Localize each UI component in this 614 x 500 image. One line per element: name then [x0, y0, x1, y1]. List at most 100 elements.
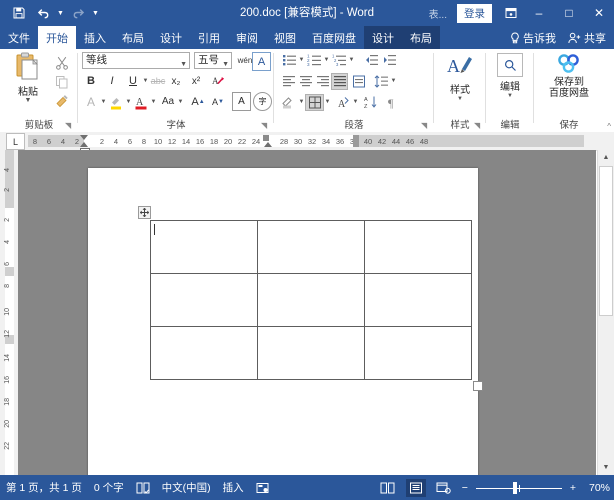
character-border-top-icon[interactable]: A [252, 52, 271, 71]
paste-dropdown-caret[interactable]: ▼ [25, 98, 32, 104]
text-highlight-icon[interactable] [107, 93, 125, 111]
clipboard-dialog-launcher[interactable]: ◥ [65, 121, 74, 130]
table-cell[interactable] [258, 327, 365, 380]
table-cell[interactable] [151, 327, 258, 380]
save-to-baidu-netdisk-button[interactable]: 保存到 百度网盘 [534, 52, 604, 99]
tab-view[interactable]: 视图 [266, 26, 304, 49]
superscript-button[interactable]: x² [185, 72, 205, 90]
right-indent-marker[interactable] [264, 142, 272, 147]
language-indicator[interactable]: 中文(中国) [162, 480, 211, 495]
styles-caret[interactable]: ▼ [434, 96, 486, 102]
scroll-up-button[interactable]: ▲ [598, 150, 614, 165]
sort-icon[interactable]: AZ [359, 93, 380, 111]
sign-in-button[interactable]: 登录 [457, 4, 492, 23]
format-painter-icon[interactable] [52, 91, 72, 110]
line-spacing-caret[interactable]: ▼ [390, 72, 397, 90]
tab-home[interactable]: 开始 [38, 26, 76, 49]
subscript-button[interactable]: x₂ [167, 72, 185, 90]
zoom-slider[interactable] [476, 482, 562, 494]
character-border-button[interactable]: A [232, 92, 251, 111]
highlight-caret[interactable]: ▼ [125, 93, 132, 111]
borders-caret[interactable]: ▼ [324, 93, 331, 111]
font-size-input[interactable]: 五号 ▼ [194, 52, 232, 69]
page-info[interactable]: 第 1 页，共 1 页 [6, 480, 82, 495]
justify-icon[interactable] [331, 73, 348, 90]
multilevel-list-icon[interactable]: 123 [330, 51, 348, 69]
record-macro-icon[interactable] [256, 482, 269, 494]
tab-stop-selector[interactable]: L [6, 133, 25, 150]
tab-layout[interactable]: 布局 [114, 26, 152, 49]
text-effects-caret[interactable]: ▼ [100, 93, 107, 111]
font-dialog-launcher[interactable]: ◥ [261, 121, 270, 130]
tab-references[interactable]: 引用 [190, 26, 228, 49]
multilevel-list-caret[interactable]: ▼ [348, 51, 355, 69]
change-case-button[interactable]: Aa [157, 93, 177, 111]
clear-formatting-icon[interactable]: A [205, 72, 228, 90]
cut-icon[interactable] [52, 53, 72, 72]
ribbon-display-options-icon[interactable] [498, 0, 524, 26]
tab-design[interactable]: 设计 [152, 26, 190, 49]
chevron-up-icon[interactable]: ^ [607, 122, 611, 131]
change-case-caret[interactable]: ▼ [177, 93, 184, 111]
table-resize-handle[interactable] [473, 381, 483, 391]
proofing-errors-icon[interactable] [136, 482, 150, 494]
table-column-marker[interactable] [263, 135, 269, 141]
insert-mode[interactable]: 插入 [223, 480, 244, 495]
tab-file[interactable]: 文件 [0, 26, 38, 49]
editing-caret[interactable]: ▼ [486, 93, 534, 99]
increase-indent-icon[interactable] [380, 51, 398, 69]
minimize-button[interactable]: – [524, 0, 554, 26]
table-row[interactable] [151, 274, 472, 327]
strikethrough-button[interactable]: abc [149, 72, 167, 90]
character-shading-button[interactable]: 字 [253, 92, 272, 111]
read-mode-icon[interactable] [378, 479, 398, 497]
align-center-icon[interactable] [297, 73, 314, 90]
vertical-scrollbar[interactable]: ▲ ▼ [597, 150, 614, 475]
table-cell[interactable] [258, 221, 365, 274]
zoom-in-button[interactable]: + [570, 482, 576, 494]
tab-review[interactable]: 审阅 [228, 26, 266, 49]
maximize-button[interactable]: □ [554, 0, 584, 26]
text-effects-button[interactable]: A [82, 93, 100, 111]
shading-icon[interactable] [280, 93, 298, 111]
font-color-caret[interactable]: ▼ [150, 93, 157, 111]
table-right-edge-marker[interactable] [353, 135, 359, 147]
align-left-icon[interactable] [280, 73, 297, 90]
table-grid[interactable] [150, 220, 472, 380]
table-cell[interactable] [365, 221, 472, 274]
print-layout-icon[interactable] [406, 479, 426, 497]
font-name-caret[interactable]: ▼ [180, 57, 187, 72]
tab-insert[interactable]: 插入 [76, 26, 114, 49]
underline-button[interactable]: U [124, 72, 142, 90]
share-button[interactable]: 共享 [562, 30, 612, 46]
borders-icon[interactable] [305, 94, 324, 111]
show-formatting-marks-icon[interactable]: ¶ [380, 93, 402, 111]
underline-caret[interactable]: ▼ [142, 72, 149, 90]
close-button[interactable]: ✕ [584, 0, 614, 26]
bullet-list-caret[interactable]: ▼ [298, 51, 305, 69]
italic-button[interactable]: I [100, 72, 124, 90]
copy-icon[interactable] [52, 72, 72, 91]
zoom-thumb[interactable] [513, 482, 517, 494]
web-layout-icon[interactable] [434, 479, 454, 497]
bold-button[interactable]: B [82, 72, 100, 90]
tab-table-layout[interactable]: 布局 [402, 26, 440, 49]
font-size-caret[interactable]: ▼ [222, 57, 229, 72]
tab-table-design[interactable]: 设计 [364, 26, 402, 49]
table-cell[interactable] [151, 221, 258, 274]
vertical-row-marker-1[interactable] [5, 267, 14, 276]
table-move-handle[interactable] [138, 206, 151, 219]
editing-button[interactable]: 编辑 ▼ [486, 53, 534, 99]
tab-baidu-netdisk[interactable]: 百度网盘 [304, 26, 364, 49]
asian-layout-caret[interactable]: ▼ [352, 93, 359, 111]
hanging-indent-marker[interactable] [80, 142, 88, 147]
grow-font-button[interactable]: A▲ [184, 93, 207, 111]
numbered-list-icon[interactable]: 123 [305, 51, 323, 69]
paste-button[interactable]: 粘贴 ▼ [6, 52, 50, 114]
decrease-indent-icon[interactable] [362, 51, 380, 69]
paragraph-dialog-launcher[interactable]: ◥ [421, 121, 430, 130]
table-row[interactable] [151, 327, 472, 380]
numbered-list-caret[interactable]: ▼ [323, 51, 330, 69]
vertical-ruler[interactable]: 4 2 2 4 6 8 10 12 14 16 18 20 22 [0, 150, 18, 475]
word-count[interactable]: 0 个字 [94, 480, 124, 495]
